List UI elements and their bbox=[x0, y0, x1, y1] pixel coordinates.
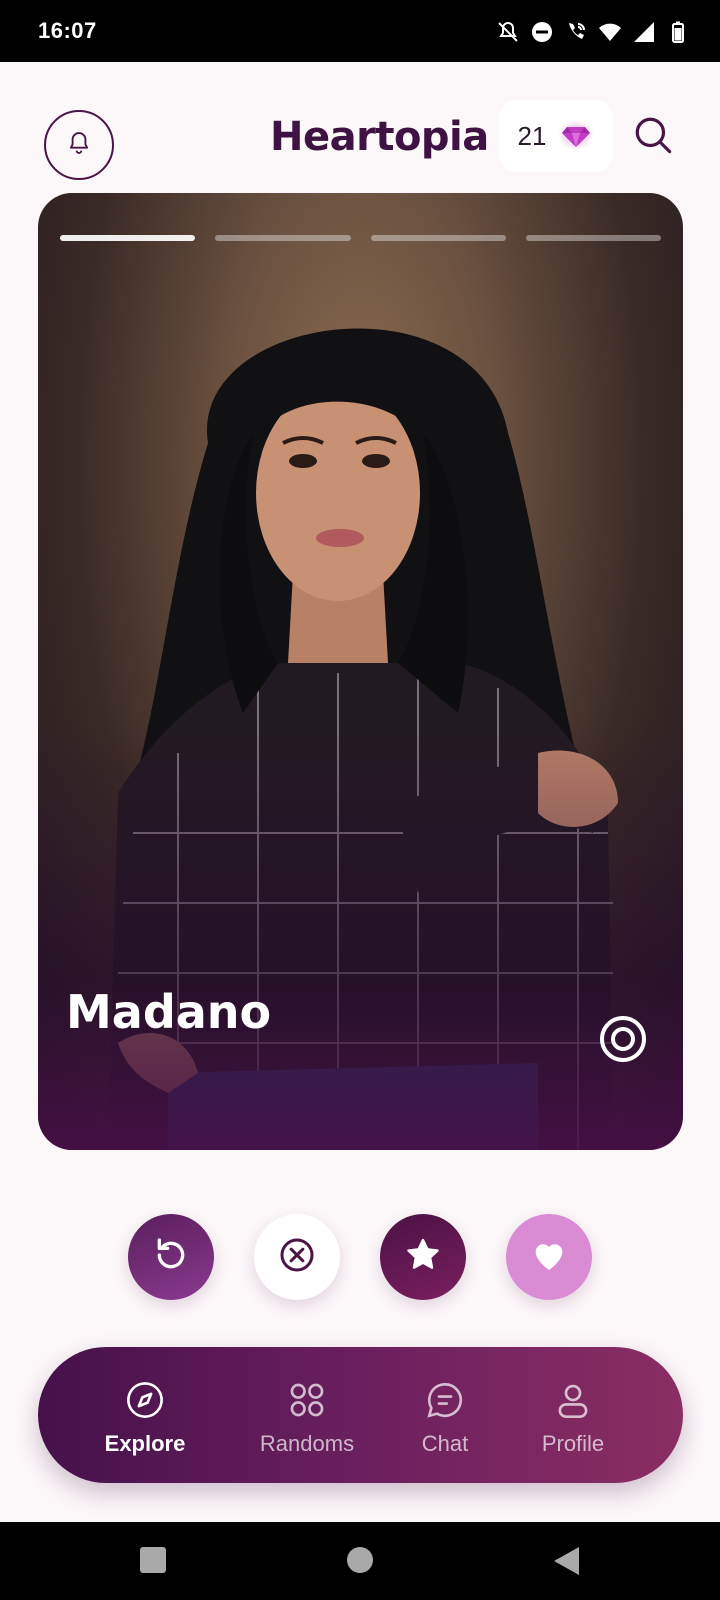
photo-progress-segment bbox=[525, 235, 661, 241]
bottom-nav: Explore Randoms Chat Profile bbox=[38, 1347, 683, 1483]
status-icons bbox=[496, 18, 690, 46]
nav-item-explore[interactable]: Explore bbox=[80, 1377, 210, 1467]
target-icon bbox=[597, 1013, 649, 1070]
nav-label-explore: Explore bbox=[104, 1431, 186, 1456]
view-profile-button[interactable] bbox=[597, 1015, 649, 1067]
compass-icon bbox=[122, 1377, 168, 1423]
mute-bell-icon bbox=[496, 20, 520, 44]
star-icon bbox=[404, 1236, 442, 1279]
app-logo: Heartopia bbox=[270, 114, 489, 160]
profile-name: Madano bbox=[66, 985, 272, 1039]
system-nav-bar bbox=[0, 1522, 720, 1600]
search-button[interactable] bbox=[628, 112, 678, 162]
home-button[interactable] bbox=[346, 1546, 374, 1579]
photo-progress bbox=[60, 235, 661, 241]
gem-icon bbox=[558, 118, 595, 155]
gem-counter[interactable]: 21 bbox=[499, 100, 613, 172]
wifi-icon bbox=[598, 20, 622, 44]
back-button[interactable] bbox=[552, 1546, 580, 1581]
chat-bubble-icon bbox=[422, 1377, 468, 1423]
heart-icon bbox=[529, 1235, 569, 1280]
rewind-button[interactable] bbox=[128, 1214, 214, 1300]
status-bar: 16:07 bbox=[0, 0, 720, 62]
photo-progress-segment bbox=[60, 235, 196, 241]
cell-signal-icon bbox=[632, 20, 656, 44]
notifications-button[interactable] bbox=[44, 110, 114, 180]
profile-card[interactable]: Madano bbox=[38, 193, 683, 1150]
bell-icon bbox=[65, 129, 93, 162]
nav-label-randoms: Randoms bbox=[259, 1431, 355, 1456]
photo-progress-segment bbox=[370, 235, 506, 241]
search-icon bbox=[632, 114, 674, 161]
wifi-call-icon bbox=[564, 20, 588, 44]
super-like-button[interactable] bbox=[380, 1214, 466, 1300]
person-icon bbox=[550, 1377, 596, 1423]
nav-item-randoms[interactable]: Randoms bbox=[242, 1377, 372, 1467]
swipe-actions bbox=[0, 1214, 720, 1304]
do-not-disturb-icon bbox=[530, 20, 554, 44]
recents-button[interactable] bbox=[139, 1546, 167, 1579]
nav-item-profile[interactable]: Profile bbox=[508, 1377, 638, 1467]
close-circle-icon bbox=[277, 1235, 317, 1280]
nope-button[interactable] bbox=[254, 1214, 340, 1300]
grid-icon bbox=[284, 1377, 330, 1423]
photo-progress-segment bbox=[215, 235, 351, 241]
battery-icon bbox=[666, 20, 690, 44]
nav-label-profile: Profile bbox=[541, 1431, 605, 1456]
gem-count: 21 bbox=[517, 120, 547, 151]
rewind-icon bbox=[151, 1235, 191, 1280]
status-time: 16:07 bbox=[38, 18, 97, 43]
nav-label-chat: Chat bbox=[421, 1431, 469, 1456]
nav-item-chat[interactable]: Chat bbox=[380, 1377, 510, 1467]
app-header: Heartopia 21 bbox=[0, 62, 720, 192]
like-button[interactable] bbox=[506, 1214, 592, 1300]
